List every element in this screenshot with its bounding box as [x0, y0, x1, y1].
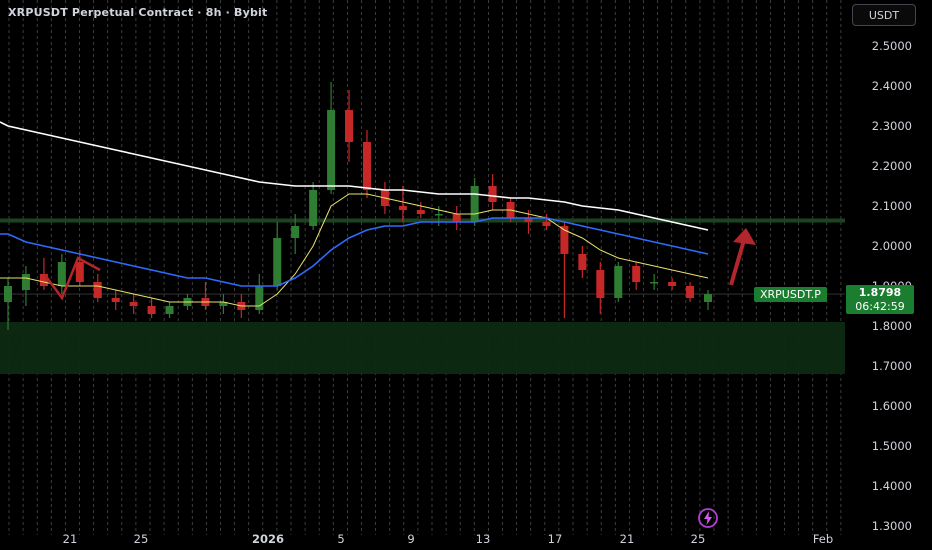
candle-body — [93, 282, 102, 298]
candle-body — [273, 238, 282, 286]
candle-body — [147, 306, 156, 314]
last-price-tag: 1.8798 06:42:59 — [846, 285, 914, 314]
x-tick-label: 17 — [548, 532, 563, 546]
candle-body — [416, 210, 425, 214]
candle-body — [309, 190, 318, 226]
currency-button[interactable]: USDT — [852, 4, 916, 26]
pattern-drawing — [43, 256, 101, 301]
last-price-value: 1.8798 — [858, 286, 902, 299]
x-tick-label: 2026 — [252, 532, 284, 546]
candle-body — [650, 282, 659, 284]
x-tick-label: 21 — [63, 532, 78, 546]
candle-body — [704, 294, 712, 302]
candle-body — [327, 110, 336, 190]
candle-body — [542, 222, 551, 226]
candle-body — [165, 306, 174, 314]
candle-body — [57, 262, 66, 286]
candle-body — [452, 214, 461, 222]
candle-body — [668, 282, 677, 286]
y-tick-label: 1.6000 — [872, 399, 912, 413]
candle-body — [4, 286, 12, 302]
y-tick-label: 1.7000 — [872, 359, 912, 373]
x-tick-label: 21 — [620, 532, 635, 546]
candles — [4, 82, 712, 330]
y-tick-label: 2.1000 — [872, 199, 912, 213]
moving-average-line — [0, 121, 709, 231]
candle-body — [362, 142, 371, 190]
y-tick-label: 2.4000 — [872, 79, 912, 93]
candle-body — [686, 286, 695, 298]
candle-body — [75, 262, 84, 282]
zones — [0, 218, 845, 374]
candle-body — [488, 186, 497, 202]
candle-body — [129, 302, 138, 306]
candle-body — [398, 206, 407, 210]
candle-body — [434, 214, 443, 216]
candle-body — [632, 266, 641, 282]
flash-icon[interactable] — [697, 507, 719, 529]
symbol-tag: XRPUSDT.P — [754, 287, 827, 302]
bar-countdown: 06:42:59 — [855, 300, 905, 313]
candle-body — [596, 270, 605, 298]
x-tick-label: Feb — [813, 532, 833, 546]
grid-lines — [8, 0, 842, 535]
candle-body — [21, 274, 30, 290]
x-tick-label: 25 — [134, 532, 149, 546]
y-tick-label: 2.0000 — [872, 239, 912, 253]
candle-body — [578, 254, 587, 270]
x-tick-label: 9 — [407, 532, 414, 546]
x-tick-label: 5 — [337, 532, 344, 546]
y-tick-label: 1.4000 — [872, 479, 912, 493]
support-zone — [0, 322, 845, 374]
price-chart[interactable]: 2.50002.40002.30002.20002.10002.00001.90… — [0, 0, 932, 550]
candle-body — [470, 186, 479, 222]
drawings — [43, 228, 756, 301]
candle-body — [111, 298, 120, 302]
y-tick-label: 1.3000 — [872, 519, 912, 533]
y-tick-label: 1.8000 — [872, 319, 912, 333]
candle-body — [291, 226, 300, 238]
y-tick-label: 2.2000 — [872, 159, 912, 173]
y-tick-label: 2.5000 — [872, 39, 912, 53]
candle-body — [345, 110, 354, 142]
candle-body — [614, 266, 623, 298]
x-tick-label: 25 — [691, 532, 706, 546]
y-tick-label: 1.5000 — [872, 439, 912, 453]
y-tick-label: 2.3000 — [872, 119, 912, 133]
arrow-head — [733, 228, 756, 245]
x-tick-label: 13 — [476, 532, 491, 546]
chart-title: XRPUSDT Perpetual Contract · 8h · Bybit — [8, 6, 268, 19]
